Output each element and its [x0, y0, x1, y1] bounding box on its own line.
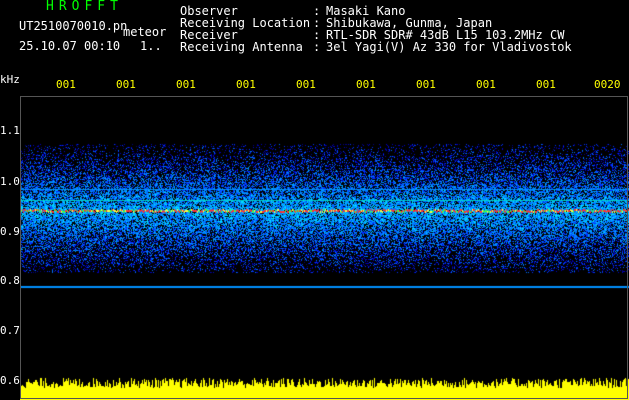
spectrogram-plot	[20, 100, 629, 400]
y-tick-label: 1.0	[0, 175, 20, 188]
date-time: 25.10.07 00:10	[19, 39, 121, 53]
x-tick-label: 001	[236, 79, 256, 90]
x-tick-label: 001	[416, 79, 436, 90]
hrofft-window: HROFFT UT2510070010.pn meteor 25.10.07 0…	[0, 0, 629, 400]
info-value-antenna: 3el Yagi(V) Az 330 for Vladivostok	[326, 40, 572, 54]
y-tick-label: 0.9	[0, 225, 20, 238]
y-axis-unit: kHz	[0, 73, 20, 86]
mode-label: meteor	[123, 25, 167, 39]
y-tick-label: 1.1	[0, 124, 20, 137]
x-tick-label: 001	[476, 79, 496, 90]
x-tick-label: 001	[176, 79, 196, 90]
x-tick-label: 001	[296, 79, 316, 90]
x-tick-label: 001	[536, 79, 556, 90]
y-tick-label: 0.8	[0, 274, 20, 287]
x-tick-label: 0020	[594, 79, 621, 90]
info-key-antenna: Receiving Antenna	[180, 40, 303, 54]
x-tick-label: 001	[116, 79, 136, 90]
sequence-label: 1..	[140, 39, 162, 53]
y-tick-label: 0.7	[0, 324, 20, 337]
file-name: UT2510070010.pn	[19, 19, 128, 33]
y-tick-label: 0.6	[0, 374, 20, 387]
x-tick-label: 001	[356, 79, 376, 90]
app-name: HROFFT	[46, 0, 123, 14]
info-colon: :	[313, 40, 321, 54]
x-tick-label: 001	[56, 79, 76, 90]
